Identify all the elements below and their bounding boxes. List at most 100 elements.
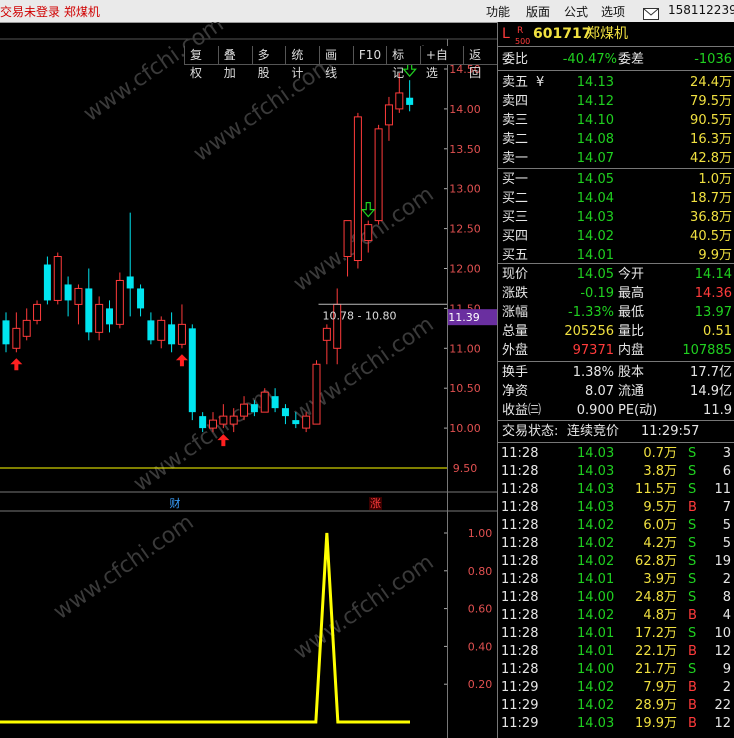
toolbar-multi-stock[interactable]: 多股	[251, 46, 286, 80]
tick-price: 14.01	[577, 626, 615, 641]
toolbar-restore-rights[interactable]: 复权	[184, 46, 218, 80]
tick-count: 3	[722, 446, 731, 461]
ask-price: 14.08	[576, 132, 614, 147]
tick-price: 14.00	[577, 590, 615, 605]
tick-count: 2	[722, 680, 731, 695]
stat-value-2: 0.51	[703, 324, 732, 339]
tick-count: 12	[714, 716, 731, 731]
ask-row: 卖五 ¥14.13 24.4万	[498, 74, 734, 92]
tick-time: 11:28	[501, 500, 539, 515]
ask-volume: 90.5万	[690, 113, 732, 128]
bid-price: 14.04	[576, 191, 614, 206]
price-axis-label: 10.00	[449, 422, 481, 435]
tick-price: 14.01	[577, 572, 615, 587]
toolbar-f10[interactable]: F10	[352, 46, 387, 65]
watermark-text: www.cfchi.com	[289, 550, 438, 665]
indicator-axis-label: 0.20	[468, 678, 493, 691]
bid-row: 买二 14.04 18.7万	[498, 190, 734, 208]
stat-value-2: 14.14	[694, 267, 732, 282]
tick-side: S	[688, 590, 697, 605]
status-value: 连续竞价	[567, 424, 620, 439]
candle-body-down	[292, 420, 300, 425]
bid-row: 买三 14.03 36.8万	[498, 209, 734, 227]
stat-value-2: 13.97	[694, 305, 732, 320]
tick-volume: 62.8万	[635, 554, 677, 569]
stat-label-2: 今开	[618, 267, 645, 282]
ask-volume: 16.3万	[690, 132, 732, 147]
tick-price: 14.03	[577, 500, 615, 515]
toolbar-add-watchlist[interactable]: +自选	[419, 46, 464, 80]
candle-body-up	[312, 363, 321, 425]
fund-value: 8.07	[585, 384, 614, 399]
candle-body-down	[2, 320, 10, 345]
tick-row: 11:28 14.00 24.8万 S 8	[498, 589, 734, 607]
candle-body-up	[53, 256, 62, 301]
tick-side: B	[688, 680, 697, 695]
tick-side: S	[688, 572, 697, 587]
tick-time: 11:28	[501, 590, 539, 605]
price-axis-label: 12.50	[449, 223, 481, 236]
ask-price: 14.10	[576, 113, 614, 128]
price-axis-label: 14.00	[449, 103, 481, 116]
candle-body-down	[64, 284, 72, 301]
candle-body-up	[384, 104, 393, 126]
bid-row: 买四 14.02 40.5万	[498, 228, 734, 246]
tick-volume: 9.5万	[643, 500, 677, 515]
tick-count: 19	[714, 554, 731, 569]
buy-signal-arrow	[175, 354, 188, 367]
tick-time: 11:29	[501, 698, 539, 713]
bid-label: 买二	[502, 191, 529, 206]
fund-value: 0.900	[576, 403, 614, 418]
ask-label: 卖三	[502, 113, 529, 128]
account-number: 158112239	[668, 3, 734, 17]
trade-status: 交易状态: 连续竞价 11:29:57	[498, 423, 734, 441]
weicha-label: 委差	[618, 52, 645, 67]
current-price-label: 11.39	[448, 311, 480, 324]
menu-function[interactable]: 功能	[486, 3, 510, 20]
stat-value-2: 14.36	[694, 286, 732, 301]
candle-body-up	[322, 327, 331, 341]
tick-row: 11:28 14.01 22.1万 B 12	[498, 643, 734, 661]
tick-volume: 4.8万	[643, 608, 677, 623]
candle-body-up	[240, 403, 249, 417]
price-axis-label: 10.50	[449, 382, 481, 395]
tick-volume: 7.9万	[643, 680, 677, 695]
fund-row: 净资 8.07 流通 14.9亿	[498, 383, 734, 401]
price-axis-label: 13.50	[449, 143, 481, 156]
tick-price: 14.02	[577, 554, 615, 569]
candle-body-up	[219, 415, 228, 425]
menu-formula[interactable]: 公式	[564, 3, 588, 20]
toolbar-back[interactable]: 返回	[463, 46, 497, 80]
tick-price: 14.02	[577, 518, 615, 533]
ask-row: 卖二 14.08 16.3万	[498, 131, 734, 149]
tick-side: S	[688, 518, 697, 533]
toolbar-overlay[interactable]: 叠加	[217, 46, 252, 80]
limit-up-marker: 涨	[370, 497, 381, 510]
tick-price: 14.01	[577, 644, 615, 659]
toolbar-mark[interactable]: 标记	[386, 46, 420, 80]
menu-options[interactable]: 选项	[601, 3, 625, 20]
kline-chart-area[interactable]: www.cfchi.com www.cfchi.com www.cfchi.com w…	[0, 22, 497, 738]
tick-side: S	[688, 464, 697, 479]
ask-label: 卖二	[502, 132, 529, 147]
tick-count: 5	[722, 536, 731, 551]
tick-side: S	[688, 446, 697, 461]
tick-row: 11:29 14.03 19.9万 B 12	[498, 715, 734, 733]
menu-layout[interactable]: 版面	[526, 3, 550, 20]
toolbar-statistics[interactable]: 统计	[285, 46, 320, 80]
stat-row: 现价 14.05 今开 14.14	[498, 266, 734, 284]
watermark-text: www.cfchi.com	[289, 182, 438, 297]
kline-chart[interactable]: www.cfchi.comwww.cfchi.comwww.cfchi.comw…	[0, 22, 497, 738]
bid-volume: 36.8万	[690, 210, 732, 225]
tick-price: 14.03	[577, 716, 615, 731]
tick-side: S	[688, 626, 697, 641]
watermark-text: www.cfchi.com	[79, 22, 228, 127]
candle-body-down	[147, 320, 155, 341]
stat-value: -1.33%	[568, 305, 614, 320]
tick-row: 11:29 14.02 7.9万 B 2	[498, 679, 734, 697]
tick-count: 7	[722, 500, 731, 515]
stat-value: 205256	[564, 324, 614, 339]
candle-body-up	[229, 415, 238, 425]
toolbar-draw-line[interactable]: 画线	[319, 46, 353, 80]
bid-volume: 40.5万	[690, 229, 732, 244]
